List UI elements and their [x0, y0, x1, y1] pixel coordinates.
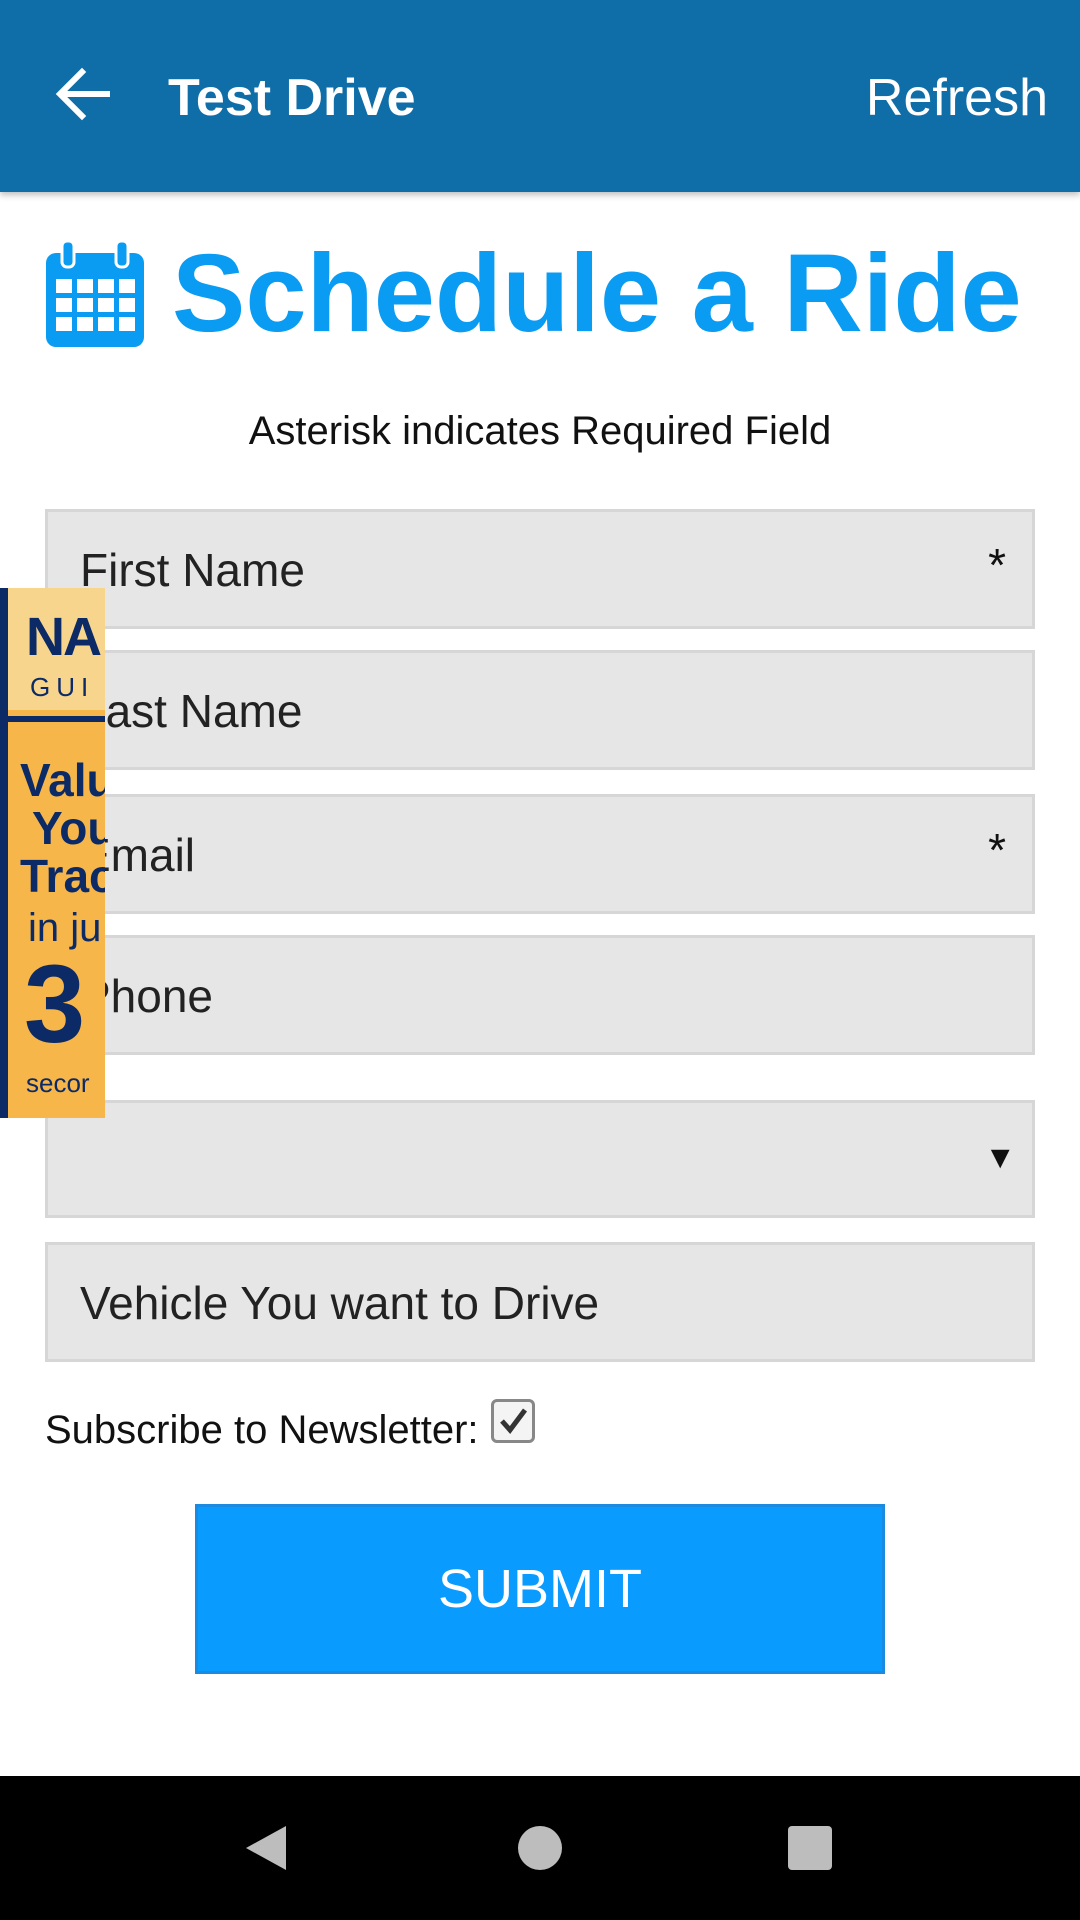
subscribe-row: Subscribe to Newsletter:	[45, 1399, 535, 1460]
required-asterisk: *	[988, 824, 1006, 876]
nav-recents-icon[interactable]	[780, 1818, 840, 1878]
checkmark-icon	[499, 1408, 527, 1434]
first-name-placeholder: First Name	[80, 544, 305, 596]
required-note: Asterisk indicates Required Field	[248, 409, 832, 453]
subscribe-label: Subscribe to Newsletter:	[45, 1407, 479, 1452]
last-name-field[interactable]: Last Name	[45, 650, 1035, 770]
ad-sub: GUI	[30, 672, 95, 702]
system-nav-bar	[0, 1776, 1080, 1920]
chevron-down-icon: ▼	[984, 1139, 1016, 1175]
calendar-icon	[46, 239, 144, 347]
required-asterisk: *	[988, 539, 1006, 591]
ad-line-1: Valu	[20, 754, 105, 806]
first-name-field[interactable]: First Name *	[45, 509, 1035, 629]
ad-banner[interactable]: NA GUI Valu You Trac in ju 3 secor	[0, 588, 105, 1118]
form-heading: Schedule a Ride	[44, 234, 1022, 354]
ad-brand: NA	[26, 607, 102, 667]
ad-line-2: You	[32, 802, 105, 854]
nav-home-icon[interactable]	[510, 1818, 570, 1878]
dropdown-select[interactable]: ▼	[45, 1100, 1035, 1218]
vehicle-field[interactable]: Vehicle You want to Drive	[45, 1242, 1035, 1362]
email-field[interactable]: Email *	[45, 794, 1035, 914]
app-bar: Test Drive Refresh	[0, 0, 1080, 192]
page-title: Test Drive	[168, 69, 416, 127]
ad-line-3: Trac	[20, 850, 105, 902]
ad-body: Valu You Trac	[20, 756, 105, 900]
last-name-placeholder: Last Name	[80, 685, 303, 737]
refresh-button[interactable]: Refresh	[866, 68, 1048, 128]
ad-divider	[8, 716, 105, 722]
subscribe-checkbox[interactable]	[490, 1399, 535, 1443]
arrow-left-icon[interactable]	[52, 62, 116, 126]
vehicle-placeholder: Vehicle You want to Drive	[80, 1277, 600, 1329]
phone-field[interactable]: Phone	[45, 935, 1035, 1055]
nav-back-icon[interactable]	[238, 1818, 298, 1878]
heading-text: Schedule a Ride	[172, 232, 1022, 355]
ad-seconds: secor	[26, 1068, 90, 1098]
submit-button[interactable]: SUBMIT	[195, 1504, 885, 1674]
ad-big-number: 3	[24, 943, 86, 1066]
form-content: Schedule a Ride Asterisk indicates Requi…	[0, 192, 1080, 1776]
